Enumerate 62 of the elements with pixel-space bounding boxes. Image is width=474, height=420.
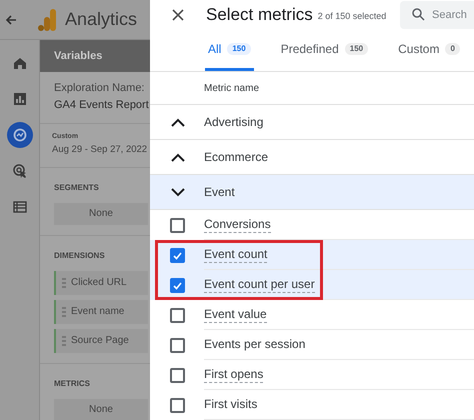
chip-label: Source Page xyxy=(71,334,129,348)
drag-handle-icon[interactable] xyxy=(62,336,66,346)
tab[interactable]: Custom 0 xyxy=(395,40,463,71)
chip-label: Event name xyxy=(71,305,124,320)
field-label: Exploration Name: xyxy=(54,81,146,96)
app-title: Analytics xyxy=(65,8,138,31)
bar-chart-logo-icon xyxy=(38,8,58,30)
chip-label: Clicked URL xyxy=(71,276,127,290)
selection-count: 2 of 150 selected xyxy=(318,10,386,23)
drop-zone[interactable]: None xyxy=(54,202,148,225)
section-title: DIMENSIONS xyxy=(54,250,106,262)
panel-title: Variables xyxy=(54,48,102,64)
close-icon[interactable] xyxy=(172,9,184,21)
metric-label: Events per session xyxy=(204,336,306,352)
search-icon xyxy=(412,8,425,21)
checkbox[interactable] xyxy=(170,368,185,382)
dialog-title: Select metrics xyxy=(206,4,313,26)
checkbox[interactable] xyxy=(170,278,185,292)
checkbox[interactable] xyxy=(170,338,185,352)
home-icon xyxy=(12,55,28,71)
metric-label: Event value xyxy=(204,306,267,322)
metric-label: Conversions xyxy=(204,216,271,232)
metric-label: First opens xyxy=(204,366,264,382)
drop-zone[interactable]: None xyxy=(54,398,148,420)
metric-label: Event count per user xyxy=(204,276,315,292)
count-badge: 0 xyxy=(445,43,460,55)
dimension-chip[interactable]: Source Page xyxy=(54,328,148,353)
column-header: Metric name xyxy=(204,82,260,96)
dimension-chip[interactable]: Event name xyxy=(54,300,148,324)
metric-label: First visits xyxy=(204,396,258,412)
tab[interactable]: Predefined 150 xyxy=(278,40,372,71)
checkbox[interactable] xyxy=(170,248,185,262)
check-icon xyxy=(172,280,183,290)
back-arrow-icon[interactable] xyxy=(5,14,17,26)
explore-icon xyxy=(12,127,28,143)
placeholder-text: None xyxy=(89,207,113,222)
category-row[interactable]: Event xyxy=(150,175,474,210)
nav-item[interactable] xyxy=(6,122,32,148)
checkbox[interactable] xyxy=(170,398,185,412)
list-icon xyxy=(12,199,28,215)
metric-label: Event count xyxy=(204,246,268,262)
section-title: SEGMENTS xyxy=(54,182,100,194)
dimension-chip[interactable]: Clicked URL xyxy=(54,270,148,295)
chevron-up-icon xyxy=(171,118,185,126)
exploration-name: GA4 Events Report xyxy=(54,98,150,112)
check-icon xyxy=(172,250,183,260)
chevron-up-icon xyxy=(171,152,185,162)
drag-handle-icon[interactable] xyxy=(62,306,66,317)
target-cursor-icon xyxy=(12,163,28,179)
count-badge: 150 xyxy=(227,43,251,55)
checkbox[interactable] xyxy=(170,218,185,232)
drag-handle-icon[interactable] xyxy=(62,278,66,288)
bar-chart-icon xyxy=(12,91,28,107)
date-range: Aug 29 - Sep 27, 2022 xyxy=(52,142,148,156)
placeholder-text: None xyxy=(89,403,113,418)
count-badge: 150 xyxy=(344,43,368,55)
chevron-down-icon xyxy=(171,188,185,196)
search-field[interactable]: Search xyxy=(400,1,474,29)
checkbox[interactable] xyxy=(170,308,185,322)
tab[interactable]: All 150 xyxy=(205,40,254,71)
category-row[interactable]: Advertising xyxy=(150,105,474,140)
section-title: METRICS xyxy=(54,378,91,390)
